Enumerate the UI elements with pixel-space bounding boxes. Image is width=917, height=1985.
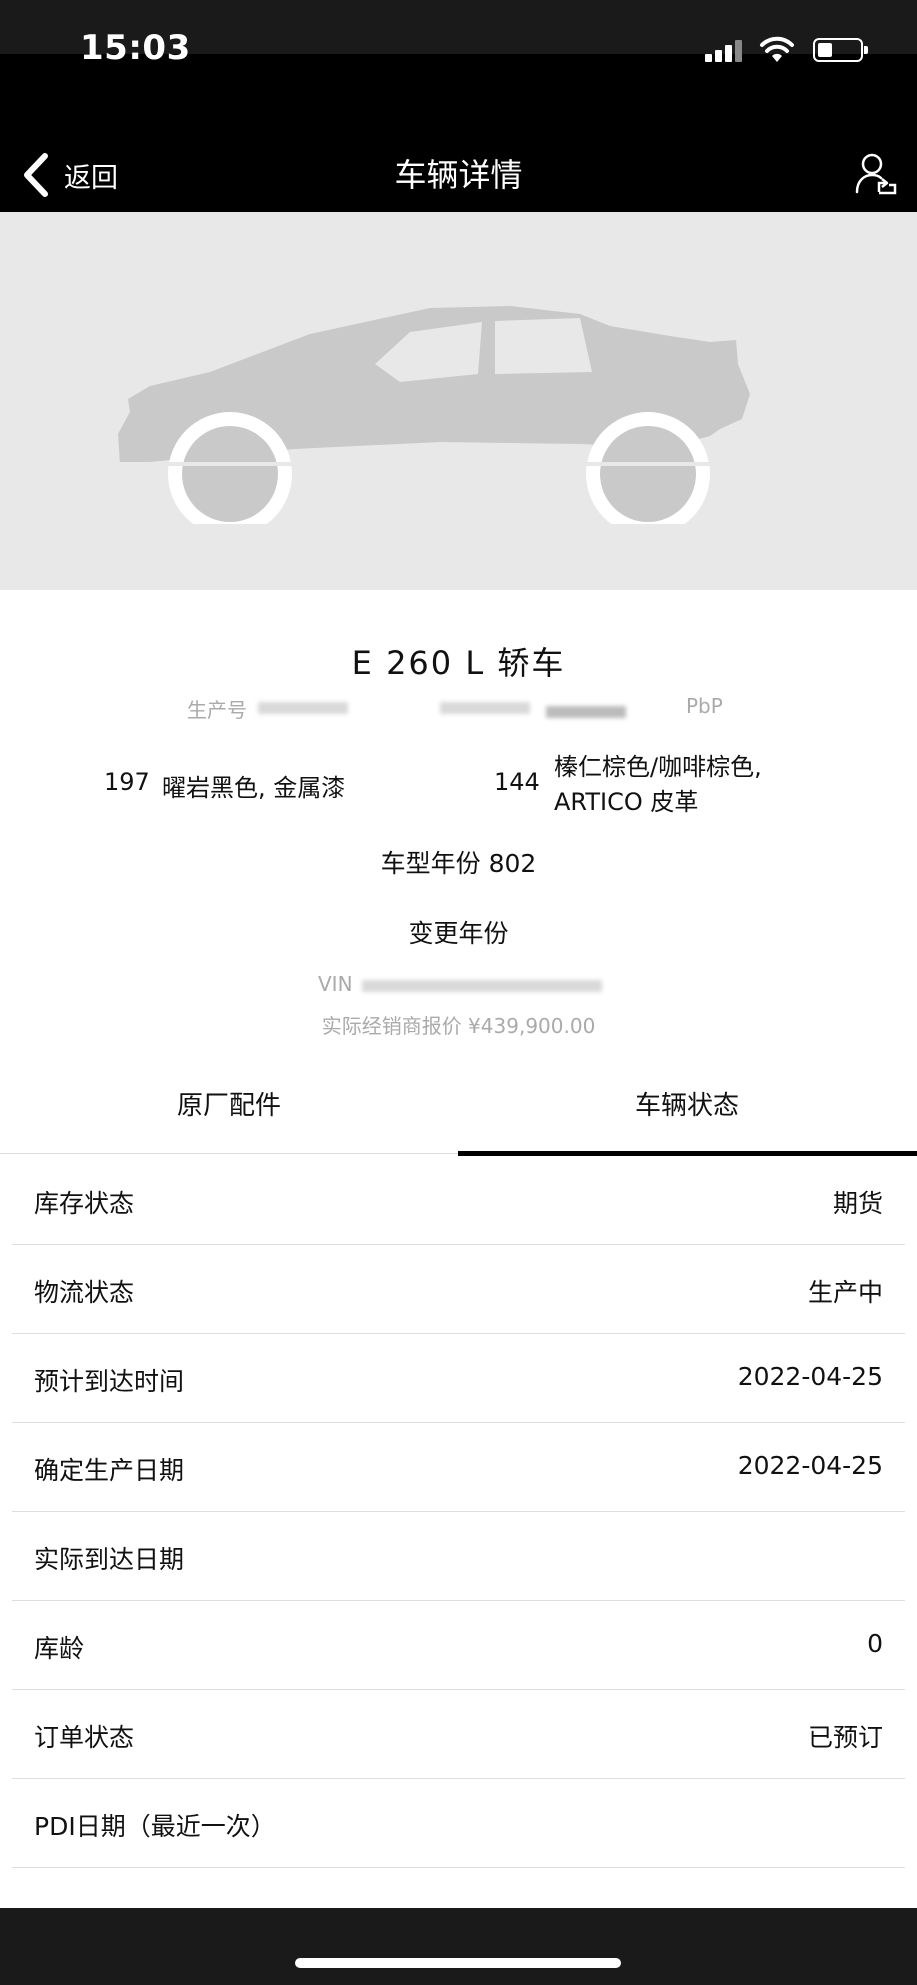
list-item: PDI日期（最近一次）	[12, 1779, 905, 1868]
redacted-production-number-3	[546, 706, 626, 718]
list-item: 库存状态 期货	[12, 1156, 905, 1245]
status-key: 预计到达时间	[34, 1367, 185, 1396]
home-indicator[interactable]	[295, 1958, 621, 1968]
list-item: 物流状态 生产中	[12, 1245, 905, 1334]
production-suffix: PbP	[686, 694, 723, 718]
paint-name: 曜岩黑色, 金属漆	[162, 774, 346, 802]
cellular-signal-icon	[705, 40, 745, 62]
battery-icon	[813, 38, 868, 62]
navigation-bar: 返回 车辆详情	[0, 90, 917, 212]
status-key: PDI日期（最近一次）	[34, 1812, 276, 1841]
status-value: 0	[867, 1629, 883, 1658]
status-key: 库存状态	[34, 1189, 135, 1218]
list-item: 订单状态 已预订	[12, 1690, 905, 1779]
status-value: 2022-04-25	[737, 1451, 883, 1480]
redacted-production-number-2	[440, 702, 530, 714]
user-share-icon[interactable]	[855, 152, 897, 196]
tab-bar: 原厂配件 车辆状态	[0, 1055, 917, 1156]
vehicle-image	[0, 212, 917, 590]
list-item: 实际到达日期	[12, 1512, 905, 1601]
redacted-production-number	[258, 702, 348, 714]
car-silhouette-icon	[110, 306, 810, 524]
paint-code: 197	[104, 768, 150, 796]
status-key: 物流状态	[34, 1278, 135, 1307]
status-key: 实际到达日期	[34, 1545, 185, 1574]
model-year: 车型年份 802	[380, 849, 537, 878]
trim-code: 144	[494, 768, 540, 796]
vehicle-model: E 260 L 轿车	[351, 644, 566, 682]
status-value: 2022-04-25	[737, 1362, 883, 1391]
home-indicator-bar	[0, 1908, 917, 1985]
trim-name: 榛仁棕色/咖啡棕色, ARTICO 皮革	[554, 753, 762, 816]
status-key: 订单状态	[34, 1723, 135, 1752]
status-value: 生产中	[807, 1278, 883, 1307]
tab-genuine-parts[interactable]: 原厂配件	[0, 1055, 458, 1152]
tab-vehicle-status[interactable]: 车辆状态	[458, 1055, 916, 1152]
redacted-vin	[362, 980, 602, 992]
status-value: 已预订	[807, 1723, 883, 1752]
production-number-label: 生产号	[187, 698, 247, 722]
list-item: 库龄 0	[12, 1601, 905, 1690]
dealer-price: 实际经销商报价 ¥439,900.00	[321, 1014, 596, 1038]
status-key: 库龄	[34, 1634, 85, 1663]
vehicle-status-list: 库存状态 期货 物流状态 生产中 预计到达时间 2022-04-25 确定生产日…	[12, 1156, 905, 1868]
wifi-icon	[760, 36, 794, 62]
status-bar: 15:03	[0, 0, 917, 90]
status-key: 确定生产日期	[34, 1456, 185, 1485]
change-year: 变更年份	[408, 919, 509, 948]
list-item: 预计到达时间 2022-04-25	[12, 1334, 905, 1423]
status-time: 15:03	[80, 28, 191, 68]
status-value: 期货	[832, 1189, 883, 1218]
list-item: 确定生产日期 2022-04-25	[12, 1423, 905, 1512]
page-title: 车辆详情	[394, 156, 523, 194]
vin-label: VIN	[318, 972, 353, 996]
